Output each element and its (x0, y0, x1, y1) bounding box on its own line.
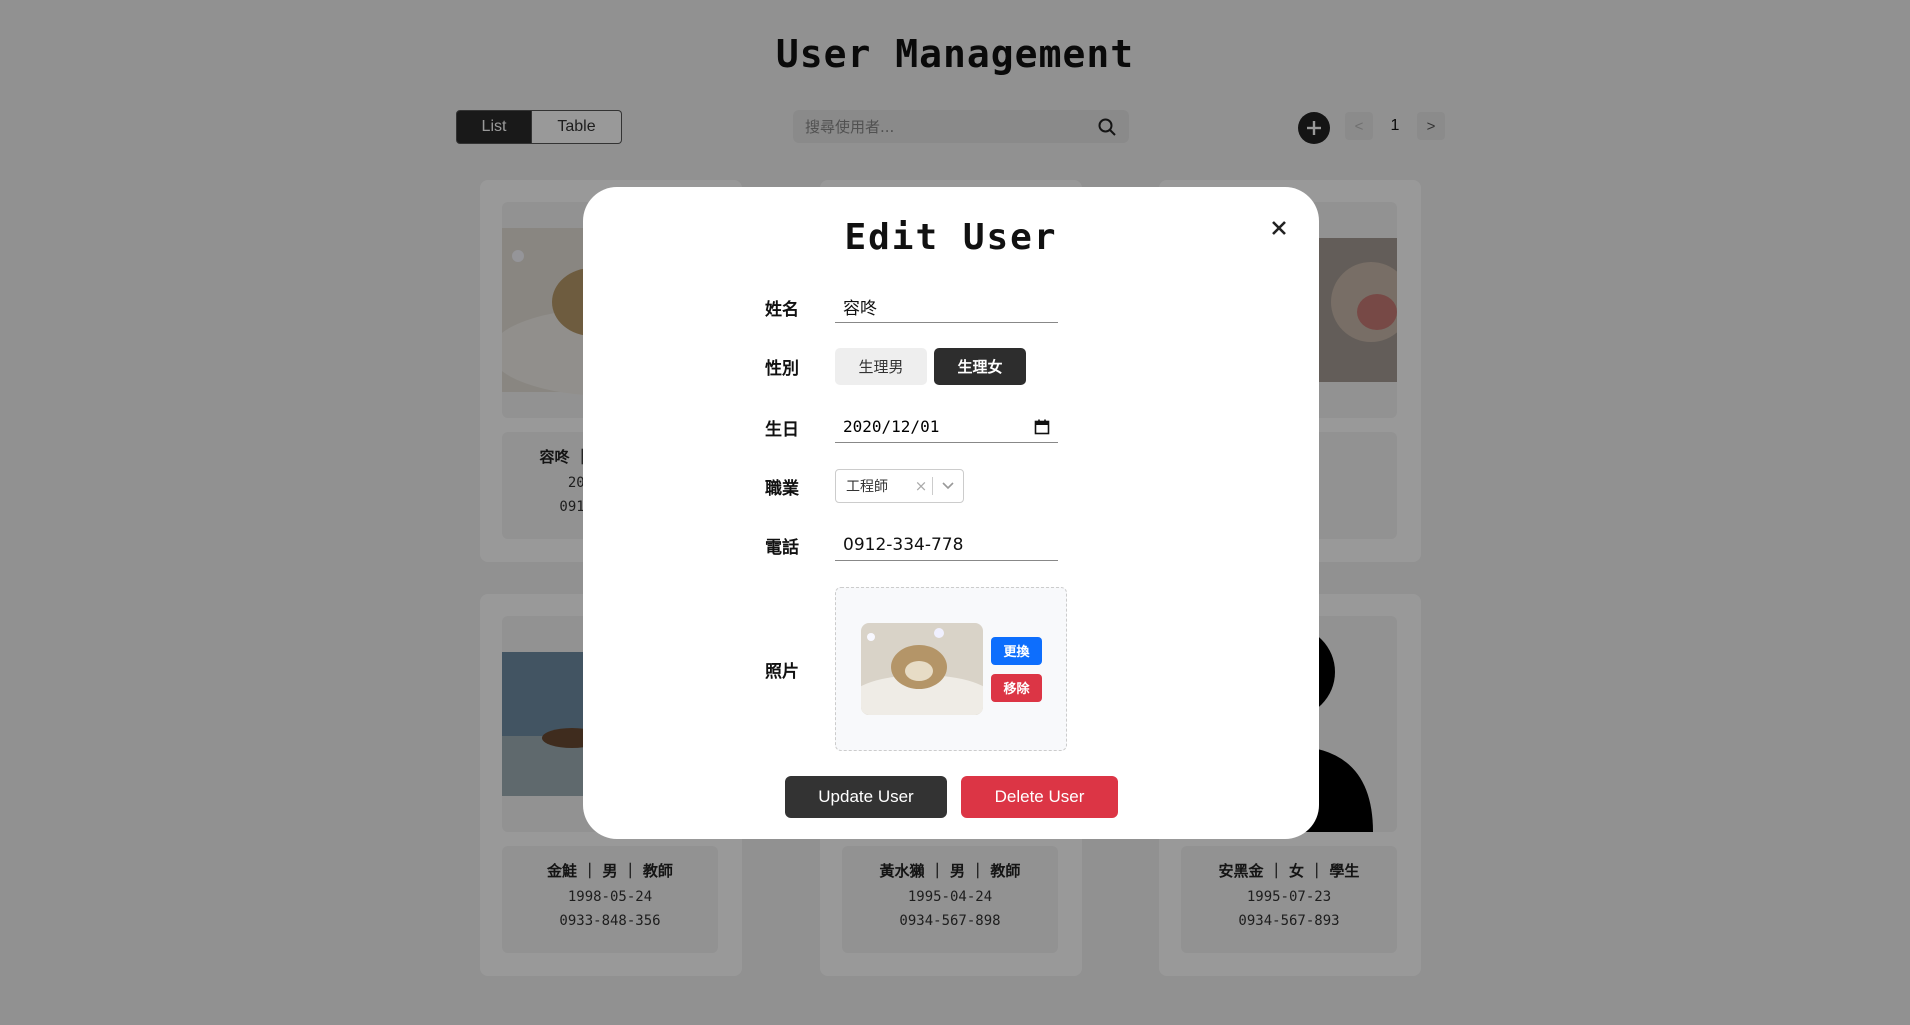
remove-photo-button[interactable]: 移除 (991, 673, 1042, 702)
name-row: 姓名 容咚 (765, 291, 1058, 323)
calendar-icon[interactable] (1034, 419, 1050, 435)
phone-label: 電話 (765, 537, 799, 558)
photo-thumbnail (861, 623, 983, 715)
delete-user-button[interactable]: Delete User (961, 776, 1118, 818)
phone-row: 電話 0912-334-778 (765, 529, 1058, 561)
name-field[interactable]: 容咚 (835, 291, 1058, 323)
birthday-label: 生日 (765, 419, 799, 440)
clear-icon[interactable]: × (910, 477, 932, 495)
close-icon (1272, 221, 1286, 235)
gender-male-button[interactable]: 生理男 (835, 348, 927, 385)
gender-label: 性別 (765, 359, 799, 379)
job-select-value: 工程師 (846, 479, 888, 495)
chevron-down-icon[interactable] (933, 482, 963, 490)
modal-title: Edit User (844, 217, 1058, 258)
photo-actions: 更換 移除 (991, 636, 1042, 702)
job-select[interactable]: 工程師 × (835, 469, 964, 503)
birthday-row: 生日 2020/12/01 (765, 411, 1058, 443)
birthday-field[interactable]: 2020/12/01 (835, 411, 1058, 443)
name-label: 姓名 (765, 299, 799, 320)
edit-user-modal: Edit User 姓名 容咚 性別 生理男 生理女 生日 2020/12/01… (583, 187, 1319, 839)
gender-female-button[interactable]: 生理女 (934, 348, 1026, 385)
job-row: 職業 工程師 × (765, 469, 964, 503)
photo-row: 照片 更換 移除 (765, 587, 1067, 751)
birthday-value: 2020/12/01 (843, 417, 940, 436)
gender-row: 性別 生理男 生理女 (765, 348, 1033, 385)
update-user-button[interactable]: Update User (785, 776, 947, 818)
photo-label: 照片 (765, 661, 799, 682)
replace-photo-button[interactable]: 更換 (991, 636, 1042, 665)
photo-upload-area[interactable]: 更換 移除 (835, 587, 1067, 751)
job-label: 職業 (765, 478, 799, 499)
close-button[interactable] (1266, 215, 1292, 241)
phone-field[interactable]: 0912-334-778 (835, 529, 1058, 561)
